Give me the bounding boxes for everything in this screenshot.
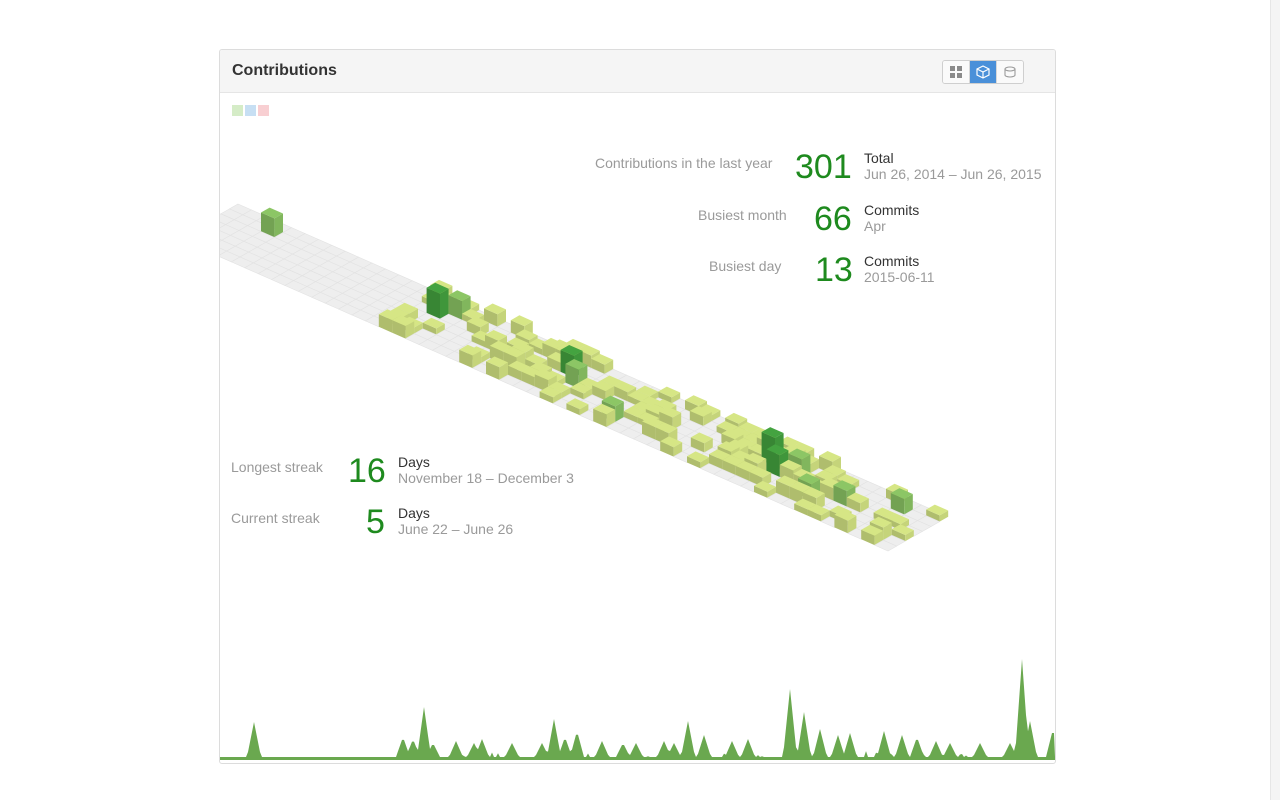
busiest-day-date: 2015-06-11	[864, 269, 935, 285]
window-edge	[1270, 0, 1280, 800]
busiest-month-value: 66	[814, 200, 852, 238]
current-streak-range: June 22 – June 26	[398, 521, 514, 537]
timeline-area	[220, 659, 1055, 757]
busiest-month-name: Apr	[864, 218, 886, 234]
busiest-day-value: 13	[815, 251, 853, 289]
longest-streak-label: Longest streak	[231, 459, 323, 475]
timeline-baseline	[220, 757, 1055, 760]
year-total-label: Contributions in the last year	[595, 155, 773, 171]
year-total-unit: Total	[864, 150, 894, 166]
calendar-bar-right-face	[440, 288, 449, 319]
busiest-day-unit: Commits	[864, 253, 920, 269]
longest-streak-unit: Days	[398, 454, 430, 470]
current-streak-unit: Days	[398, 505, 430, 521]
busiest-month-unit: Commits	[864, 202, 920, 218]
year-total-range: Jun 26, 2014 – Jun 26, 2015	[864, 166, 1042, 182]
activity-timeline-chart	[220, 659, 1055, 760]
current-streak-value: 5	[366, 503, 385, 541]
busiest-month-label: Busiest month	[698, 207, 787, 223]
year-total-value: 301	[795, 148, 852, 186]
current-streak-label: Current streak	[231, 510, 320, 526]
longest-streak-value: 16	[348, 452, 386, 490]
busiest-day-label: Busiest day	[709, 258, 782, 274]
contributions-panel: Contributions Contributions in the last …	[219, 49, 1056, 764]
isometric-contribution-calendar	[220, 203, 949, 552]
longest-streak-range: November 18 – December 3	[398, 470, 574, 486]
